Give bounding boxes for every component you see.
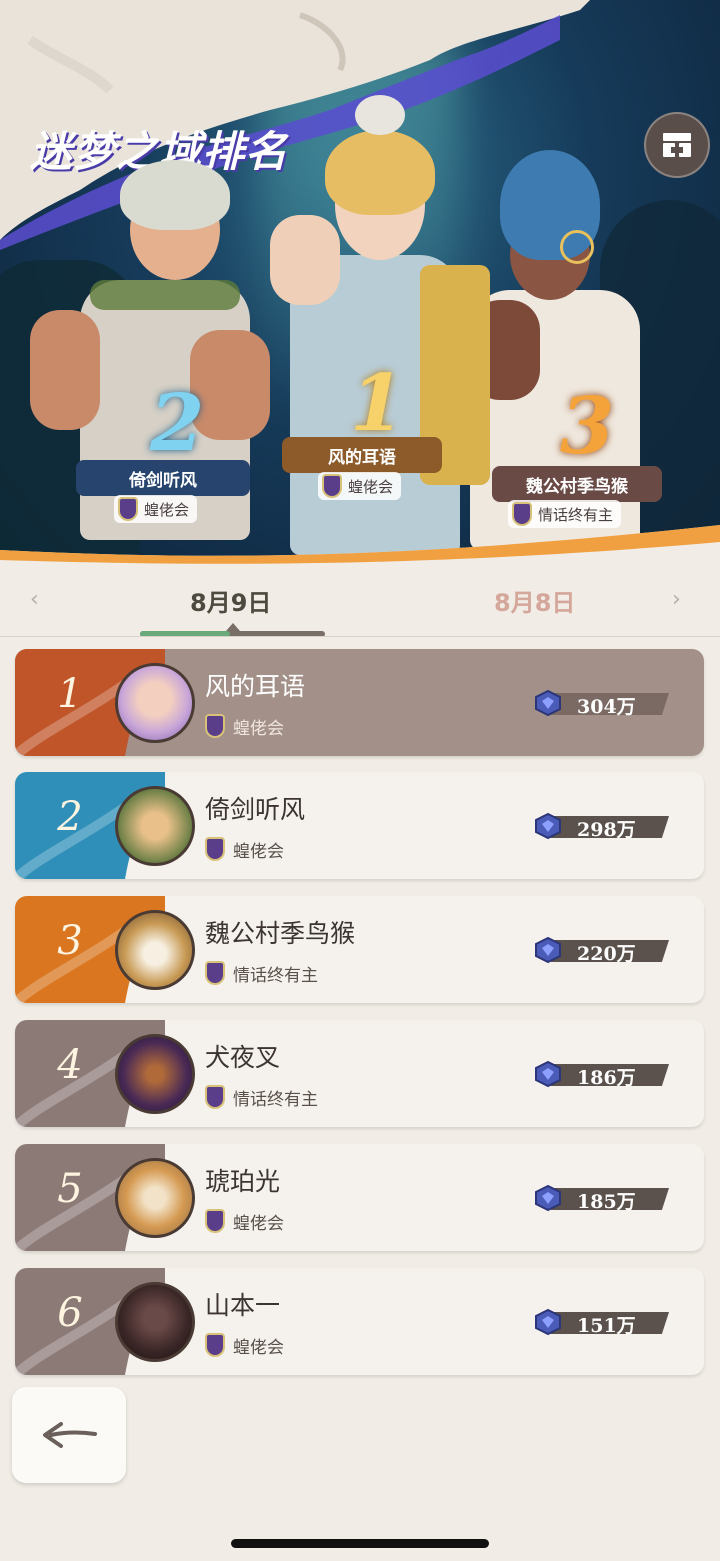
rank-number: 2 — [57, 794, 83, 840]
player-guild: 蝗佬会 — [205, 1206, 284, 1236]
podium-rank-2: 2 — [150, 378, 205, 469]
gem-icon — [535, 1060, 561, 1088]
home-indicator — [231, 1539, 489, 1548]
date-tabs: ‹ 8月9日 8月8日 › — [0, 565, 720, 637]
player-guild: 蝗佬会 — [205, 834, 284, 864]
podium-name-3: 魏公村季鸟猴 — [492, 466, 662, 502]
rank-number: 1 — [57, 671, 83, 717]
gallery-icon — [663, 133, 691, 157]
gem-icon — [535, 812, 561, 840]
player-score: 186万 — [533, 1060, 669, 1089]
score-value: 220万 — [577, 943, 636, 965]
guild-name: 蝗佬会 — [233, 841, 284, 862]
score-value: 304万 — [577, 696, 636, 718]
guild-shield-icon — [205, 961, 225, 985]
podium-guild-2-label: 蝗佬会 — [144, 500, 190, 519]
tab-pointer — [226, 623, 240, 631]
player-guild: 情话终有主 — [205, 958, 318, 988]
back-arrow-icon — [43, 1422, 97, 1448]
score-value: 151万 — [577, 1315, 636, 1337]
gem-icon — [535, 936, 561, 964]
player-name: 琥珀光 — [205, 1167, 281, 1196]
hero-bottom-edge — [0, 525, 720, 565]
guild-name: 蝗佬会 — [233, 1213, 284, 1234]
player-guild: 情话终有主 — [205, 1082, 318, 1112]
ranking-hero: 迷梦之域排名 2 1 3 倚剑听风 蝗佬会 风的耳语 蝗佬会 魏公村季鸟猴 情话… — [0, 0, 720, 565]
score-value: 185万 — [577, 1191, 636, 1213]
rank-number: 5 — [57, 1166, 83, 1212]
player-score: 185万 — [533, 1184, 669, 1213]
rank-number: 4 — [57, 1042, 83, 1088]
player-avatar[interactable] — [115, 663, 195, 743]
player-avatar[interactable] — [115, 910, 195, 990]
player-avatar[interactable] — [115, 786, 195, 866]
guild-shield-icon — [205, 1085, 225, 1109]
tab-aug-9[interactable]: 8月9日 — [190, 583, 271, 618]
podium-guild-2: 蝗佬会 — [114, 495, 198, 523]
gem-icon — [535, 1184, 561, 1212]
ranking-row[interactable]: 5 琥珀光 蝗佬会 185万 — [15, 1144, 704, 1251]
player-avatar[interactable] — [115, 1034, 195, 1114]
ranking-row[interactable]: 4 犬夜叉 情话终有主 186万 — [15, 1020, 704, 1127]
gem-icon — [535, 689, 561, 717]
player-name: 山本一 — [205, 1291, 281, 1320]
podium-name-2: 倚剑听风 — [76, 460, 250, 496]
score-value: 186万 — [577, 1067, 636, 1089]
next-date-arrow[interactable]: › — [672, 587, 681, 612]
guild-shield-icon — [205, 837, 225, 861]
player-name: 犬夜叉 — [205, 1043, 281, 1072]
guild-shield-icon — [205, 714, 225, 738]
ranking-row[interactable]: 3 魏公村季鸟猴 情话终有主 220万 — [15, 896, 704, 1003]
player-avatar[interactable] — [115, 1282, 195, 1362]
player-score: 304万 — [533, 689, 669, 718]
divider — [0, 636, 720, 637]
gem-icon — [535, 1308, 561, 1336]
podium-name-1: 风的耳语 — [282, 437, 442, 473]
ranking-row[interactable]: 1 风的耳语 蝗佬会 304万 — [15, 649, 704, 756]
guild-shield-icon — [322, 474, 342, 498]
rank-number: 6 — [57, 1290, 83, 1336]
guild-name: 情话终有主 — [233, 965, 318, 986]
player-score: 220万 — [533, 936, 669, 965]
podium-guild-1-label: 蝗佬会 — [348, 477, 394, 496]
player-name: 魏公村季鸟猴 — [205, 919, 356, 948]
rank-number: 3 — [57, 918, 83, 964]
player-score: 298万 — [533, 812, 669, 841]
guild-name: 情话终有主 — [233, 1089, 318, 1110]
tab-aug-8[interactable]: 8月8日 — [494, 583, 575, 618]
podium-guild-1: 蝗佬会 — [318, 472, 402, 500]
guild-shield-icon — [118, 497, 138, 521]
guild-shield-icon — [205, 1333, 225, 1357]
player-name: 风的耳语 — [205, 672, 306, 701]
player-guild: 蝗佬会 — [205, 711, 284, 741]
player-avatar[interactable] — [115, 1158, 195, 1238]
guild-shield-icon — [205, 1209, 225, 1233]
player-score: 151万 — [533, 1308, 669, 1337]
podium-rank-1: 1 — [350, 358, 405, 449]
score-value: 298万 — [577, 819, 636, 841]
ranking-row[interactable]: 6 山本一 蝗佬会 151万 — [15, 1268, 704, 1375]
player-guild: 蝗佬会 — [205, 1330, 284, 1360]
guild-name: 蝗佬会 — [233, 1337, 284, 1358]
ranking-row[interactable]: 2 倚剑听风 蝗佬会 298万 — [15, 772, 704, 879]
podium-rank-3: 3 — [560, 381, 615, 472]
guild-name: 蝗佬会 — [233, 718, 284, 739]
back-button[interactable] — [12, 1387, 126, 1483]
prev-date-arrow[interactable]: ‹ — [30, 587, 39, 612]
player-name: 倚剑听风 — [205, 795, 306, 824]
